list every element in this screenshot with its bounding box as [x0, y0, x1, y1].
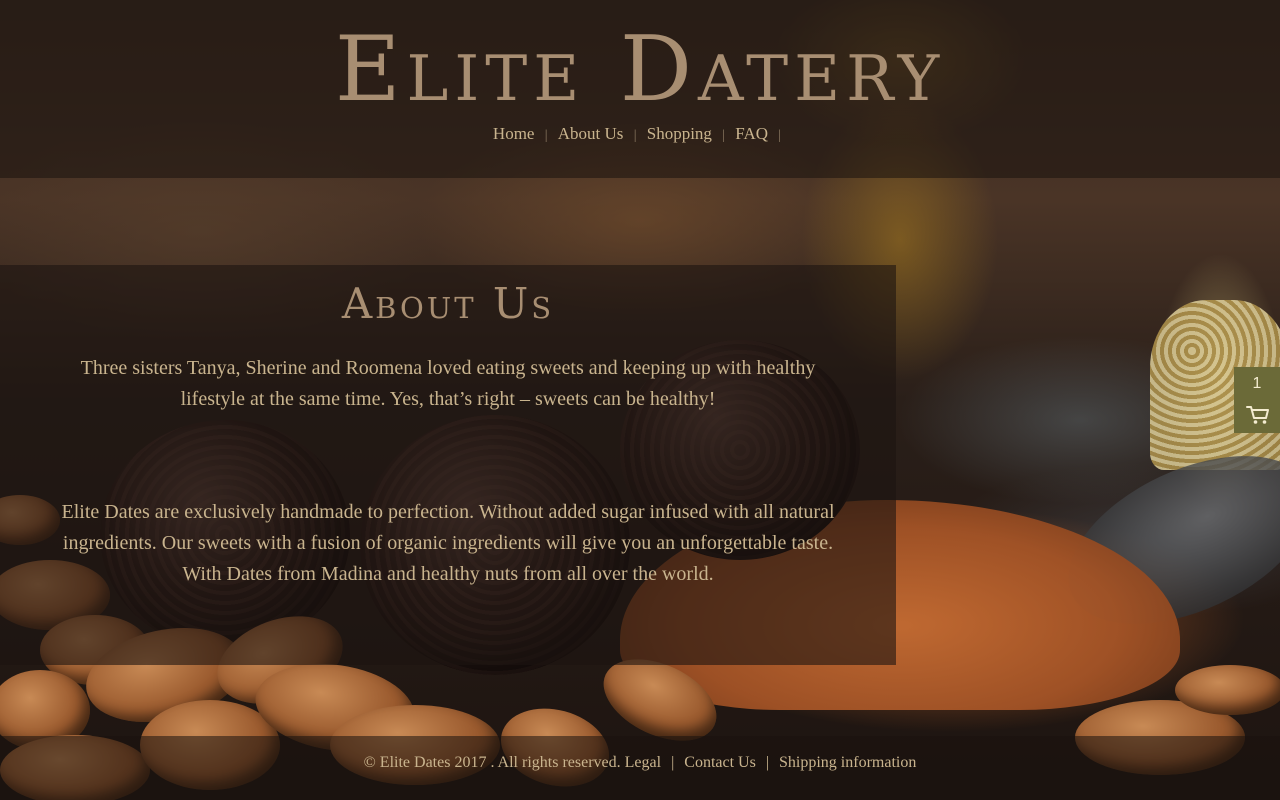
footer-link-contact-us[interactable]: Contact Us — [684, 754, 756, 771]
nav-item-home[interactable]: Home — [493, 122, 535, 146]
nav-item-faq[interactable]: FAQ — [735, 122, 768, 146]
nav-separator: | — [633, 128, 637, 143]
main-nav: Home | About Us | Shopping | FAQ | — [0, 122, 1280, 148]
about-title: About Us — [341, 279, 555, 328]
cart-button[interactable]: 1 — [1234, 367, 1280, 433]
footer-text: © Elite Dates 2017 . All rights reserved… — [0, 752, 1280, 774]
nav-separator: | — [722, 128, 725, 143]
about-paragraph: Three sisters Tanya, Sherine and Roomena… — [80, 357, 816, 410]
footer-separator: | — [765, 754, 770, 771]
almond-decoration — [1175, 665, 1280, 715]
footer-copyright: © Elite Dates 2017 . All rights reserved… — [363, 754, 621, 771]
shopping-cart-icon — [1246, 406, 1269, 424]
site-logo[interactable]: Elite Datery — [0, 20, 1280, 120]
about-paragraph: Elite Dates are exclusively handmade to … — [61, 501, 835, 585]
footer-link-shipping-information[interactable]: Shipping information — [779, 754, 916, 771]
nav-separator: | — [544, 128, 548, 143]
nav-item-about-us[interactable]: About Us — [558, 122, 624, 146]
cart-count-badge: 1 — [1252, 375, 1262, 392]
nav-separator: | — [778, 128, 782, 143]
footer-separator: | — [671, 754, 675, 771]
footer-link-legal[interactable]: Legal — [625, 754, 661, 771]
nav-item-shopping[interactable]: Shopping — [647, 122, 712, 146]
